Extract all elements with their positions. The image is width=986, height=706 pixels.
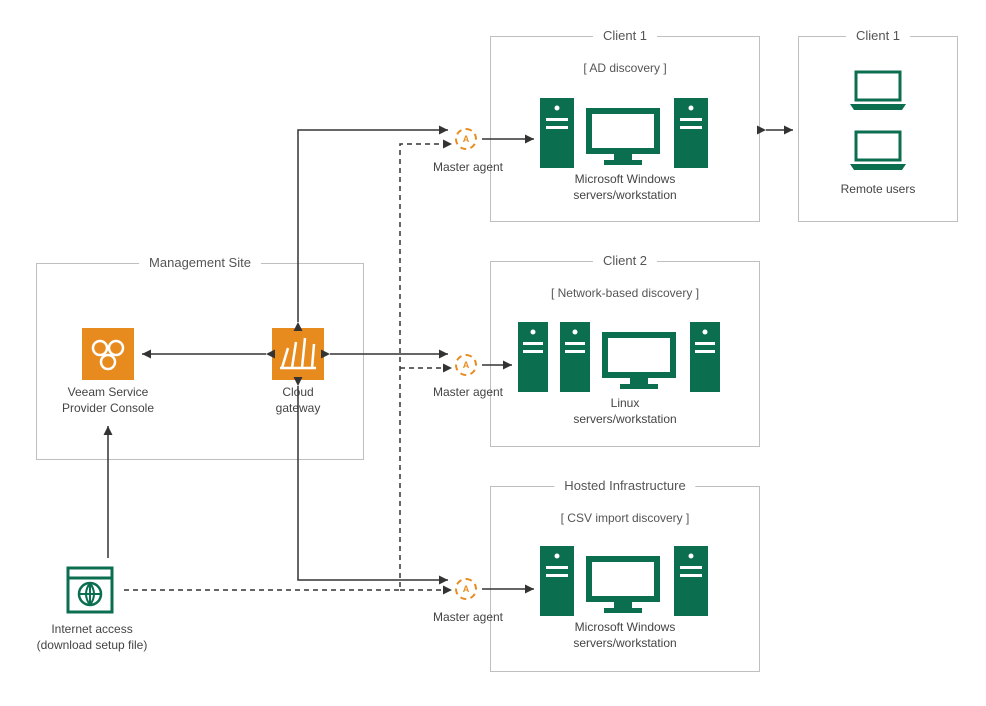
linux-servers-icon <box>518 312 732 394</box>
master-agent-label-3: Master agent <box>428 610 508 626</box>
client1-remote-title: Client 1 <box>846 28 910 43</box>
master-agent-icon <box>455 354 477 376</box>
cloud-gateway-label: Cloud gateway <box>258 385 338 416</box>
laptop-icon <box>846 68 910 117</box>
win-label-1: Microsoft Windows servers/workstation <box>555 172 695 203</box>
hosted-discovery: [ CSV import discovery ] <box>491 511 759 525</box>
internet-access-label: Internet access (download setup file) <box>22 622 162 653</box>
linux-label: Linux servers/workstation <box>555 396 695 427</box>
client1-main-title: Client 1 <box>593 28 657 43</box>
hosted-title: Hosted Infrastructure <box>554 478 695 493</box>
remote-users-label: Remote users <box>833 182 923 198</box>
veeam-console-label: Veeam Service Provider Console <box>56 385 160 416</box>
win-label-2: Microsoft Windows servers/workstation <box>555 620 695 651</box>
cloud-gateway-icon <box>272 328 324 380</box>
windows-servers-icon <box>540 88 710 170</box>
management-site-title: Management Site <box>139 255 261 270</box>
client2-discovery: [ Network-based discovery ] <box>491 286 759 300</box>
internet-access-icon <box>64 564 116 619</box>
veeam-console-icon <box>82 328 134 380</box>
master-agent-icon <box>455 578 477 600</box>
master-agent-icon <box>455 128 477 150</box>
master-agent-label-2: Master agent <box>428 385 508 401</box>
hosted-windows-icon <box>540 536 710 618</box>
laptop-icon <box>846 128 910 177</box>
master-agent-label-1: Master agent <box>428 160 508 176</box>
client1-discovery: [ AD discovery ] <box>491 61 759 75</box>
client2-title: Client 2 <box>593 253 657 268</box>
